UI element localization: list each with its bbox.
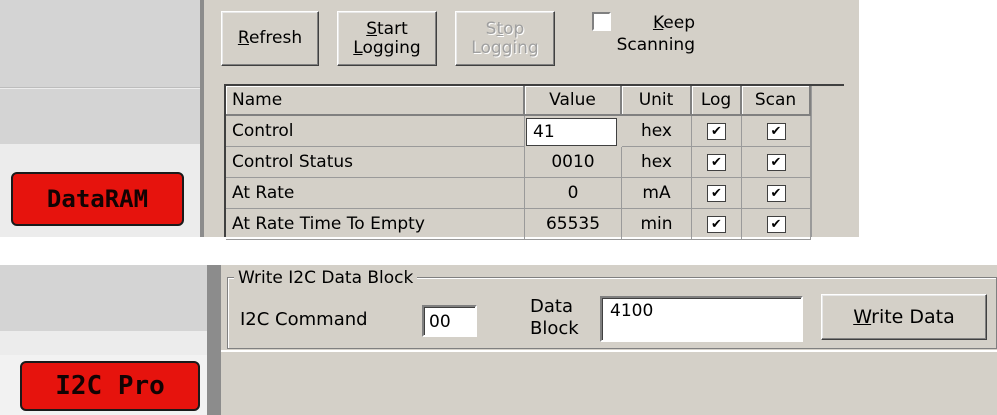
dataram-logo[interactable]: DataRAM [11,172,184,226]
column-header-scan[interactable]: Scan [742,86,811,116]
table-cell-name: At Rate Time To Empty [226,209,525,240]
sidebar-nav-item[interactable] [0,89,200,144]
write-data-button[interactable]: Write Data [821,294,987,340]
table-cell-unit: mA [622,178,692,209]
start-logging-button[interactable]: Start Logging [337,11,437,66]
log-checkbox[interactable]: ✔ [707,215,726,233]
table-cell-log: ✔ [692,209,742,240]
data-block-input[interactable]: 4100 [600,296,803,342]
grid-empty-area [811,86,844,237]
table-cell-scan: ✔ [742,178,811,209]
table-cell-name: Control [226,116,525,147]
table-cell-log: ✔ [692,178,742,209]
i2c-pro-panel-lower [221,350,997,415]
panel-divider [207,265,221,415]
scan-checkbox[interactable]: ✔ [766,153,786,171]
table-cell-unit: hex [622,116,692,147]
value-edit-input[interactable]: 41 [526,118,617,146]
column-header-value[interactable]: Value [525,86,622,116]
scan-checkbox[interactable]: ✔ [766,184,786,202]
table-cell-unit: min [622,209,692,240]
log-checkbox[interactable]: ✔ [707,153,726,171]
stop-logging-button[interactable]: Stop Logging [455,11,555,66]
log-checkbox[interactable]: ✔ [707,122,726,140]
sidebar-nav-item[interactable] [0,265,207,331]
i2c-pro-logo[interactable]: I2C Pro [20,361,200,411]
data-block-label: Data Block [530,296,579,339]
table-cell-value[interactable]: 0 [525,178,622,209]
table-cell-unit: hex [622,147,692,178]
log-checkbox[interactable]: ✔ [707,184,726,202]
column-header-unit[interactable]: Unit [622,86,692,116]
table-cell-name: Control Status [226,147,525,178]
column-header-log[interactable]: Log [692,86,742,116]
group-title: Write I2C Data Block [234,266,418,290]
keep-scanning-label: Keep Scanning [616,13,695,55]
table-cell-value[interactable]: 0010 [525,147,622,178]
sidebar-nav-item[interactable] [0,0,200,88]
scan-checkbox[interactable]: ✔ [766,215,786,233]
blank-area [859,0,997,237]
table-cell-log: ✔ [692,147,742,178]
table-cell-scan: ✔ [742,209,811,240]
column-header-name[interactable]: Name [226,86,525,116]
table-cell-scan: ✔ [742,147,811,178]
scan-checkbox[interactable]: ✔ [766,122,786,140]
table-cell-value[interactable]: 65535 [525,209,622,240]
sidebar-nav-item[interactable] [0,331,207,355]
table-cell-scan: ✔ [742,116,811,147]
table-cell-log: ✔ [692,116,742,147]
table-cell-name: At Rate [226,178,525,209]
refresh-button[interactable]: Refresh [221,11,319,66]
i2c-command-label: I2C Command [240,309,368,330]
i2c-command-input[interactable]: 00 [422,305,477,337]
